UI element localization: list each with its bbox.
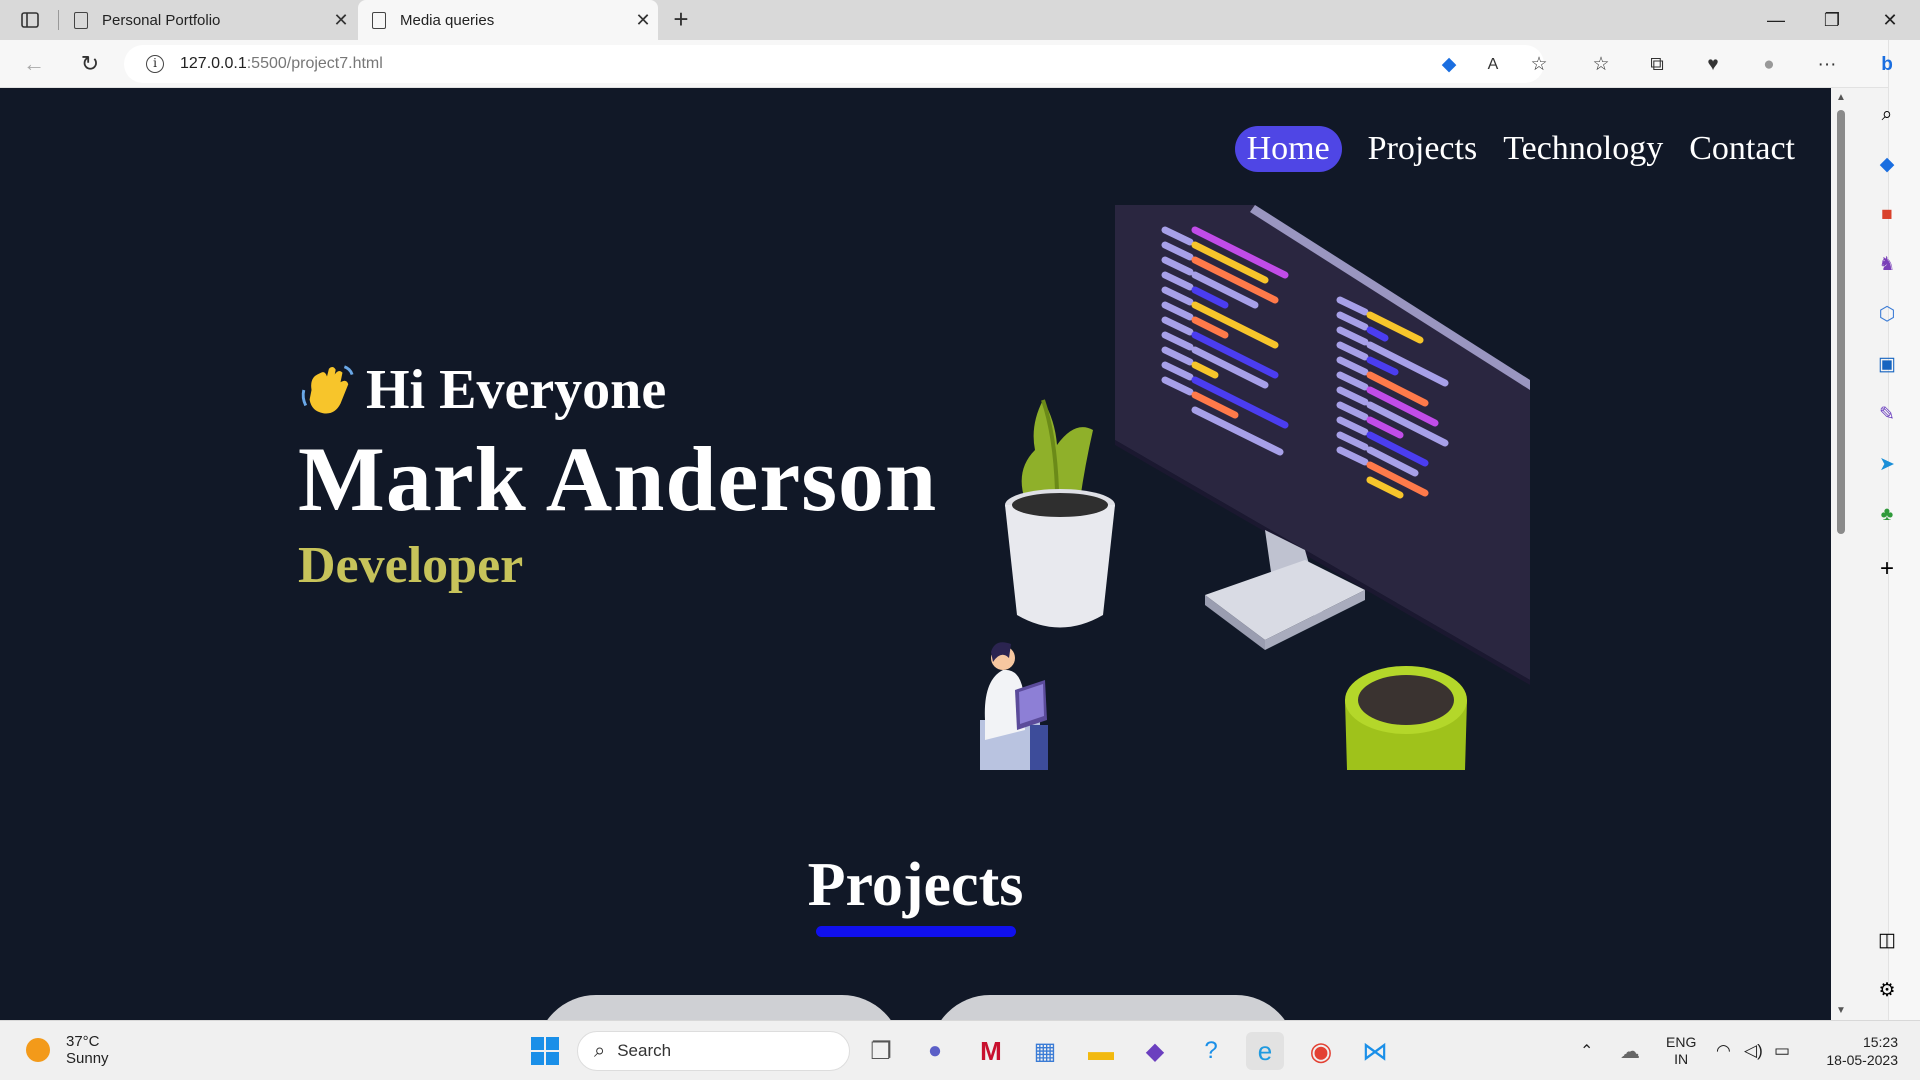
search-placeholder: Search xyxy=(617,1041,672,1060)
url-field[interactable]: i 127.0.0.1:5500/project7.html xyxy=(124,45,1544,83)
nav-projects[interactable]: Projects xyxy=(1368,126,1478,172)
profile-icon[interactable]: ● xyxy=(1756,52,1782,78)
projects-heading: Projects xyxy=(807,851,1024,919)
taskbar-search[interactable]: ⌕ Search xyxy=(577,1031,850,1071)
volume-icon[interactable]: ◁) xyxy=(1744,1021,1763,1080)
nav-home[interactable]: Home xyxy=(1234,126,1342,172)
refresh-button[interactable]: ↻ xyxy=(74,49,106,79)
scrollbar-thumb[interactable] xyxy=(1837,110,1845,534)
search-icon[interactable]: ⌕ xyxy=(1870,100,1904,130)
tab-media-queries[interactable]: Media queries ✕ xyxy=(358,0,658,40)
restore-button[interactable]: ❐ xyxy=(1804,0,1860,40)
nav-technology[interactable]: Technology xyxy=(1503,126,1663,172)
coupon-icon[interactable]: ◆ xyxy=(1436,52,1462,78)
bing-chat-icon[interactable]: b xyxy=(1870,50,1904,80)
hero-text: Hi Everyone Mark Anderson Developer xyxy=(298,358,937,595)
battery-icon[interactable]: ▭ xyxy=(1774,1021,1790,1080)
url-path: :5500/project7.html xyxy=(246,55,383,72)
drop-icon[interactable]: ➤ xyxy=(1870,450,1904,480)
taskbar: 37°C Sunny ⌕ Search ❐ ● M ▦ ▬ ◆ ? e ◉ ⋈ … xyxy=(0,1020,1920,1080)
greeting-text: Hi Everyone xyxy=(366,359,667,421)
language-indicator[interactable]: ENG IN xyxy=(1666,1021,1696,1080)
sidebar-settings-icon[interactable]: ⚙ xyxy=(1870,976,1904,1006)
vscode-icon[interactable]: ⋈ xyxy=(1356,1032,1394,1070)
tab-title: Personal Portfolio xyxy=(102,11,221,29)
tab-separator xyxy=(58,10,59,30)
browser-essentials-icon[interactable]: ♥ xyxy=(1700,52,1726,78)
back-button[interactable]: ← xyxy=(18,49,50,79)
edge-icon[interactable]: e xyxy=(1246,1032,1284,1070)
designer-icon[interactable]: ✎ xyxy=(1870,400,1904,430)
start-icon[interactable] xyxy=(526,1032,564,1070)
project-card[interactable] xyxy=(536,995,902,1020)
weather-widget[interactable]: 37°C Sunny xyxy=(26,1033,109,1067)
close-tab-icon[interactable]: ✕ xyxy=(326,10,356,31)
hide-sidebar-icon[interactable]: ◫ xyxy=(1870,926,1904,956)
url-host: 127.0.0.1 xyxy=(180,55,247,72)
task-view-icon[interactable]: ❐ xyxy=(862,1032,900,1070)
get-help-icon[interactable]: ? xyxy=(1192,1032,1230,1070)
sun-icon xyxy=(26,1038,50,1062)
add-sidebar-app-icon[interactable]: + xyxy=(1870,554,1904,584)
language: ENG xyxy=(1666,1034,1697,1050)
time: 15:23 xyxy=(1862,1034,1898,1050)
search-icon: ⌕ xyxy=(594,1039,606,1062)
tab-actions-icon[interactable] xyxy=(14,8,46,32)
page-scrollbar[interactable]: ▲ ▼ xyxy=(1831,88,1851,1020)
read-aloud-icon[interactable]: A xyxy=(1480,52,1506,78)
developer-illustration xyxy=(980,205,1530,770)
clock[interactable]: 15:23 18-05-2023 xyxy=(1826,1033,1898,1069)
collections-icon[interactable]: ⧉ xyxy=(1644,52,1670,78)
shopping-icon[interactable]: ◆ xyxy=(1870,150,1904,180)
page-viewport: Home Projects Technology Contact Hi Ever… xyxy=(0,88,1831,1020)
region: IN xyxy=(1674,1051,1689,1067)
onedrive-icon[interactable]: ☁ xyxy=(1620,1021,1640,1080)
heading-underline xyxy=(816,926,1016,937)
mcafee-icon[interactable]: M xyxy=(972,1032,1010,1070)
address-bar: ← ↻ i 127.0.0.1:5500/project7.html ◆ A ☆… xyxy=(0,40,1920,88)
project-card[interactable] xyxy=(930,995,1296,1020)
office-icon[interactable]: ⬡ xyxy=(1870,300,1904,330)
teams-chat-icon[interactable]: ● xyxy=(916,1032,954,1070)
tab-title: Media queries xyxy=(400,11,495,29)
close-window-button[interactable]: ✕ xyxy=(1862,0,1918,40)
main-nav: Home Projects Technology Contact xyxy=(1234,126,1795,172)
tree-icon[interactable]: ♣ xyxy=(1870,500,1904,530)
close-tab-icon[interactable]: ✕ xyxy=(628,10,658,31)
store-icon[interactable]: ▦ xyxy=(1026,1032,1064,1070)
site-info-icon[interactable]: i xyxy=(146,55,164,73)
greeting: Hi Everyone xyxy=(298,358,937,422)
weather-condition: Sunny xyxy=(66,1050,109,1067)
document-icon xyxy=(372,11,386,29)
temperature: 37°C xyxy=(66,1033,100,1050)
scroll-up-icon[interactable]: ▲ xyxy=(1835,92,1847,103)
favorites-icon[interactable]: ☆ xyxy=(1588,52,1614,78)
date: 18-05-2023 xyxy=(1826,1052,1898,1068)
new-tab-button[interactable]: + xyxy=(666,6,696,34)
copilot-icon[interactable]: ◆ xyxy=(1136,1032,1174,1070)
wifi-icon[interactable]: ◠ xyxy=(1716,1021,1731,1080)
tools-icon[interactable]: ■ xyxy=(1870,200,1904,230)
waving-hand-icon xyxy=(301,365,354,414)
show-hidden-icons[interactable]: ⌃ xyxy=(1580,1021,1593,1080)
file-explorer-icon[interactable]: ▬ xyxy=(1082,1032,1120,1070)
minimize-button[interactable]: — xyxy=(1748,0,1804,40)
add-favorite-icon[interactable]: ☆ xyxy=(1526,52,1552,78)
hero-role: Developer xyxy=(298,537,524,594)
scroll-down-icon[interactable]: ▼ xyxy=(1835,1005,1847,1016)
tab-bar: Personal Portfolio ✕ Media queries ✕ + —… xyxy=(0,0,1920,40)
outlook-icon[interactable]: ▣ xyxy=(1870,350,1904,380)
hero-name: Mark Anderson xyxy=(298,428,938,530)
chrome-icon[interactable]: ◉ xyxy=(1302,1032,1340,1070)
tab-personal-portfolio[interactable]: Personal Portfolio ✕ xyxy=(60,0,356,40)
document-icon xyxy=(74,11,88,29)
games-icon[interactable]: ♞ xyxy=(1870,250,1904,280)
edge-sidebar xyxy=(1888,40,1920,1020)
nav-contact[interactable]: Contact xyxy=(1689,126,1795,172)
more-options-icon[interactable]: ··· xyxy=(1814,52,1840,78)
